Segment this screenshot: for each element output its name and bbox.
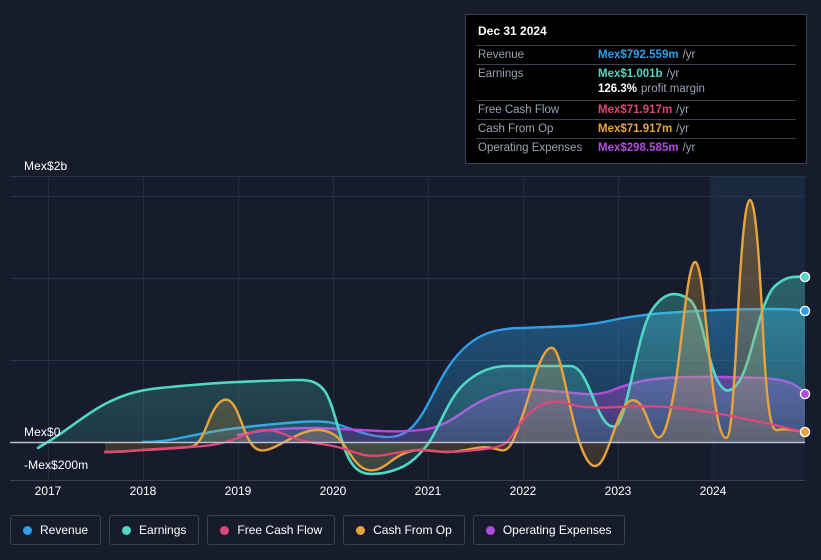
tooltip-row-value: Mex$71.917m [598,123,673,135]
tooltip-row-label: Free Cash Flow [478,104,560,116]
legend-item-label: Revenue [40,523,89,537]
x-axis-tick-2021: 2021 [414,484,442,498]
tooltip-row-unit: /yr [682,49,696,61]
x-axis-tick-2017: 2017 [34,484,62,498]
tooltip-row-unit: /yr [676,123,689,135]
legend-item-label: Earnings [139,523,187,537]
tooltip-row-value: Mex$792.559m [598,49,679,61]
tooltip-row-label: Cash From Op [478,123,554,135]
y-axis-label-zero: Mex$0 [24,425,61,439]
x-axis-tick-2023: 2023 [604,484,632,498]
y-axis-label-top: Mex$2b [24,159,68,173]
legend-color-dot-icon [220,525,230,535]
x-axis-tick-2018: 2018 [129,484,157,498]
tooltip-row-unit: /yr [682,142,696,154]
tooltip-row-label: Revenue [478,49,525,61]
stock-financials-chart-widget: Mex$2b Mex$0 -Mex$200m 2017 2018 2019 2020 2… [0,0,821,560]
tooltip-row: Cash From Op Mex$71.917m/yr [476,119,796,138]
y-axis-label-negative: -Mex$200m [24,458,89,472]
endpoint-cash-from-op [799,426,811,438]
chart-tooltip: Dec 31 2024 Revenue Mex$792.559m/yr Earnin… [465,14,807,164]
legend-color-dot-icon [23,525,32,535]
tooltip-row: Earnings Mex$1.001b/yr [476,64,796,83]
tooltip-row-value: Mex$298.585m [598,142,679,154]
x-axis-tick-2020: 2020 [319,484,347,498]
legend-item-cash-from-op[interactable]: Cash From Op [343,515,465,545]
legend-item-label: Free Cash Flow [237,523,323,537]
legend-item-revenue[interactable]: Revenue [10,515,102,545]
tooltip-rows: Revenue Mex$792.559m/yr Earnings Mex$1.001b… [476,45,796,157]
tooltip-row: Revenue Mex$792.559m/yr [476,45,796,64]
tooltip-row: Free Cash Flow Mex$71.917m/yr [476,100,796,119]
tooltip-row-unit: /yr [676,104,689,116]
chart-legend[interactable]: Revenue Earnings Free Cash Flow Cash From O… [10,515,625,545]
legend-color-dot-icon [356,525,366,535]
tooltip-row-unit: /yr [666,68,680,80]
x-axis-tick-2022: 2022 [509,484,537,498]
endpoint-earnings [799,271,811,283]
legend-color-dot-icon [122,525,132,535]
tooltip-row: 126.3% profit margin [476,83,796,100]
endpoint-revenue [799,305,811,317]
tooltip-row-value: 126.3% [598,83,638,95]
legend-item-earnings[interactable]: Earnings [109,515,200,545]
tooltip-row: Operating Expenses Mex$298.585m/yr [476,138,796,157]
x-axis-tick-2019: 2019 [224,484,252,498]
tooltip-date: Dec 31 2024 [478,24,547,38]
legend-color-dot-icon [485,525,495,535]
x-axis-tick-2024: 2024 [699,484,727,498]
tooltip-row-value: Mex$71.917m [598,104,673,116]
tooltip-row-label: Operating Expenses [478,142,583,154]
tooltip-row-unit: profit margin [641,83,705,95]
legend-item-label: Cash From Op [373,523,452,537]
endpoint-operating-expenses [799,388,811,400]
legend-item-operating-expenses[interactable]: Operating Expenses [472,515,625,545]
legend-item-free-cash-flow[interactable]: Free Cash Flow [207,515,336,545]
legend-item-label: Operating Expenses [502,523,612,537]
tooltip-row-value: Mex$1.001b [598,68,663,80]
tooltip-row-label: Earnings [478,68,524,80]
